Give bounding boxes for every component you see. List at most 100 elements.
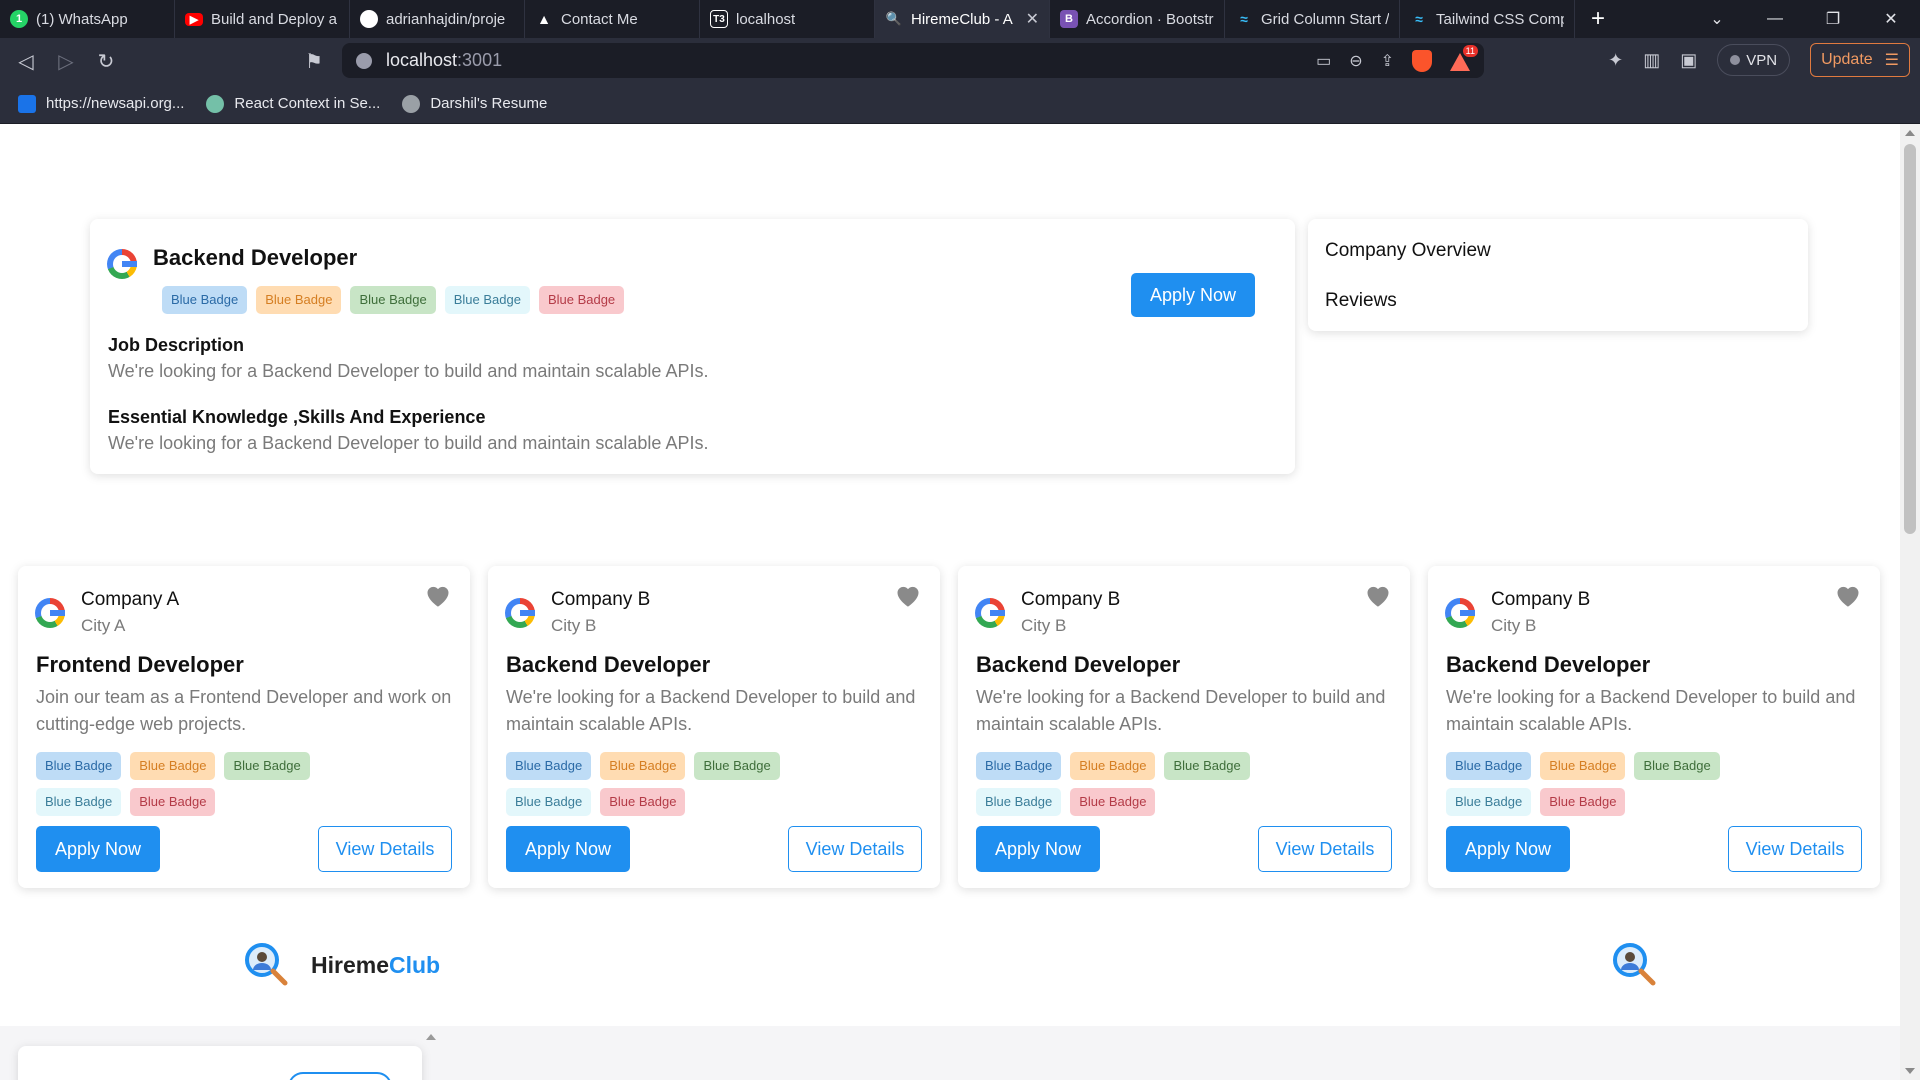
- badge: Blue Badge: [350, 286, 436, 314]
- extensions-icon[interactable]: ✦: [1608, 50, 1623, 71]
- site-info-icon[interactable]: [356, 52, 372, 69]
- bookmark-icon[interactable]: ⚑: [294, 41, 334, 81]
- skills-heading: Essential Knowledge ,Skills And Experien…: [108, 407, 486, 427]
- google-logo-icon: [505, 598, 535, 628]
- badge-list: Blue Badge Blue Badge Blue Badge Blue Badge…: [976, 748, 1396, 820]
- browser-toolbar: ◁ ▷ ↻ ⚑ localhost:3001 ▭ ⊖ ⇪ 11 ✦ ▥ ▣ VP…: [0, 38, 1920, 84]
- vpn-button[interactable]: VPN: [1717, 44, 1791, 76]
- restore-button[interactable]: ❐: [1804, 0, 1862, 38]
- view-details-button[interactable]: View Details: [318, 826, 452, 872]
- browser-tab-bar: 1 (1) WhatsApp ▶ Build and Deploy a adri…: [0, 0, 1920, 38]
- scrollbar-thumb[interactable]: [1904, 144, 1916, 534]
- apply-now-button[interactable]: Apply Now: [36, 826, 160, 872]
- company-name: Company B: [1491, 589, 1591, 610]
- brave-shields-icon[interactable]: [1412, 49, 1432, 72]
- brave-rewards-icon[interactable]: 11: [1450, 44, 1478, 71]
- minimize-button[interactable]: —: [1746, 0, 1804, 38]
- job-description: We're looking for a Backend Developer to…: [506, 687, 916, 734]
- tab-youtube[interactable]: ▶ Build and Deploy a: [175, 0, 350, 38]
- update-button[interactable]: Update ☰: [1810, 43, 1910, 77]
- bookmarks-bar: https://newsapi.org... React Context in …: [0, 84, 1920, 124]
- tab-hiremeclub[interactable]: 🔍 HiremeClub - A ✕: [875, 0, 1050, 38]
- bookmark-resume[interactable]: Darshil's Resume: [402, 94, 547, 113]
- badge: Blue Badge: [694, 752, 780, 780]
- tailwind-icon: ≈: [1240, 11, 1248, 27]
- tab-title: localhost: [736, 10, 796, 28]
- view-details-button[interactable]: View Details: [1728, 826, 1862, 872]
- vpn-label: VPN: [1746, 51, 1778, 69]
- tab-title: Contact Me: [561, 10, 638, 28]
- description-text: We're looking for a Backend Developer to…: [108, 361, 709, 381]
- scroll-up-arrow-icon[interactable]: [426, 1034, 436, 1040]
- close-window-button[interactable]: ✕: [1862, 0, 1920, 38]
- description-heading: Job Description: [108, 335, 245, 355]
- cast-icon[interactable]: ▭: [1316, 51, 1331, 71]
- close-tab-icon[interactable]: ✕: [1026, 9, 1039, 29]
- hiremeclub-logo-icon: [245, 943, 288, 986]
- job-title: Backend Developer: [976, 652, 1181, 677]
- tab-localhost[interactable]: T3 localhost: [700, 0, 875, 38]
- view-details-button[interactable]: View Details: [1258, 826, 1392, 872]
- company-city: City A: [81, 616, 126, 635]
- heart-icon[interactable]: [1834, 582, 1862, 608]
- apply-now-button[interactable]: Apply Now: [1131, 273, 1255, 317]
- badge-list: Blue Badge Blue Badge Blue Badge Blue Badge…: [36, 748, 456, 820]
- bookmark-react-context[interactable]: React Context in Se...: [206, 94, 381, 113]
- company-city: City B: [1491, 616, 1537, 635]
- reload-button[interactable]: ↻: [86, 41, 126, 81]
- tab-list-chevron-icon[interactable]: ⌄: [1688, 0, 1746, 38]
- scroll-down-arrow-icon[interactable]: [1905, 1068, 1915, 1074]
- vpn-status-icon: [1730, 55, 1741, 65]
- heart-icon[interactable]: [424, 582, 452, 608]
- globe-icon: [402, 94, 421, 113]
- apply-now-button[interactable]: Apply Now: [1446, 826, 1570, 872]
- job-card: Company A City A Frontend Developer Join…: [18, 566, 470, 888]
- zoom-icon[interactable]: ⊖: [1349, 51, 1362, 71]
- bottom-section: [0, 1026, 1900, 1080]
- apply-now-button[interactable]: Apply Now: [976, 826, 1100, 872]
- bookmark-label: React Context in Se...: [234, 95, 381, 112]
- view-details-button[interactable]: View Details: [788, 826, 922, 872]
- address-bar[interactable]: localhost:3001 ▭ ⊖ ⇪ 11: [342, 43, 1484, 78]
- tab-github[interactable]: adrianhajdin/proje: [350, 0, 525, 38]
- job-card: Company B City B Backend Developer We're…: [488, 566, 940, 888]
- forward-button[interactable]: ▷: [46, 41, 86, 81]
- bookmark-newsapi[interactable]: https://newsapi.org...: [18, 94, 184, 113]
- update-label: Update: [1821, 51, 1873, 68]
- tab-whatsapp[interactable]: 1 (1) WhatsApp: [0, 0, 175, 38]
- menu-item-company-overview[interactable]: Company Overview: [1325, 240, 1491, 262]
- google-logo-icon: [35, 598, 65, 628]
- page-scrollbar[interactable]: [1900, 124, 1920, 1080]
- new-tab-button[interactable]: +: [1575, 0, 1621, 38]
- hiremeclub-logo-icon: [1613, 943, 1656, 986]
- tab-tailwind-comp[interactable]: ≈ Tailwind CSS Comp: [1400, 0, 1575, 38]
- badge: Blue Badge: [162, 286, 248, 314]
- heart-icon[interactable]: [894, 582, 922, 608]
- tab-title: HiremeClub - A: [911, 10, 1013, 28]
- heart-icon[interactable]: [1364, 582, 1392, 608]
- menu-item-reviews[interactable]: Reviews: [1325, 290, 1397, 312]
- badge: Blue Badge: [256, 286, 342, 314]
- back-button[interactable]: ◁: [6, 41, 46, 81]
- tailwind-icon: ≈: [1415, 11, 1423, 27]
- share-icon[interactable]: ⇪: [1381, 51, 1394, 71]
- company-name: Company A: [81, 589, 180, 610]
- company-name: Company B: [551, 589, 651, 610]
- tab-tailwind-grid[interactable]: ≈ Grid Column Start /: [1225, 0, 1400, 38]
- apply-now-button[interactable]: Apply Now: [506, 826, 630, 872]
- badge-list: Blue Badge Blue Badge Blue Badge Blue Badge…: [1446, 748, 1866, 820]
- sidebar-icon[interactable]: ▥: [1643, 50, 1660, 71]
- partial-outline-button[interactable]: [288, 1072, 392, 1080]
- job-detail-card: Backend Developer Blue Badge Blue Badge Bl…: [90, 219, 1295, 474]
- bootstrap-icon: B: [1060, 10, 1078, 28]
- badge: Blue Badge: [36, 752, 122, 780]
- badge: Blue Badge: [130, 752, 216, 780]
- tab-title: (1) WhatsApp: [36, 10, 128, 28]
- tab-title: Grid Column Start /: [1261, 10, 1389, 28]
- badge: Blue Badge: [1540, 752, 1626, 780]
- scroll-up-arrow-icon[interactable]: [1905, 130, 1915, 136]
- tab-bootstrap[interactable]: B Accordion · Bootstr: [1050, 0, 1225, 38]
- tab-contact[interactable]: ▲ Contact Me: [525, 0, 700, 38]
- menu-icon: ☰: [1884, 52, 1899, 69]
- wallet-icon[interactable]: ▣: [1680, 50, 1697, 71]
